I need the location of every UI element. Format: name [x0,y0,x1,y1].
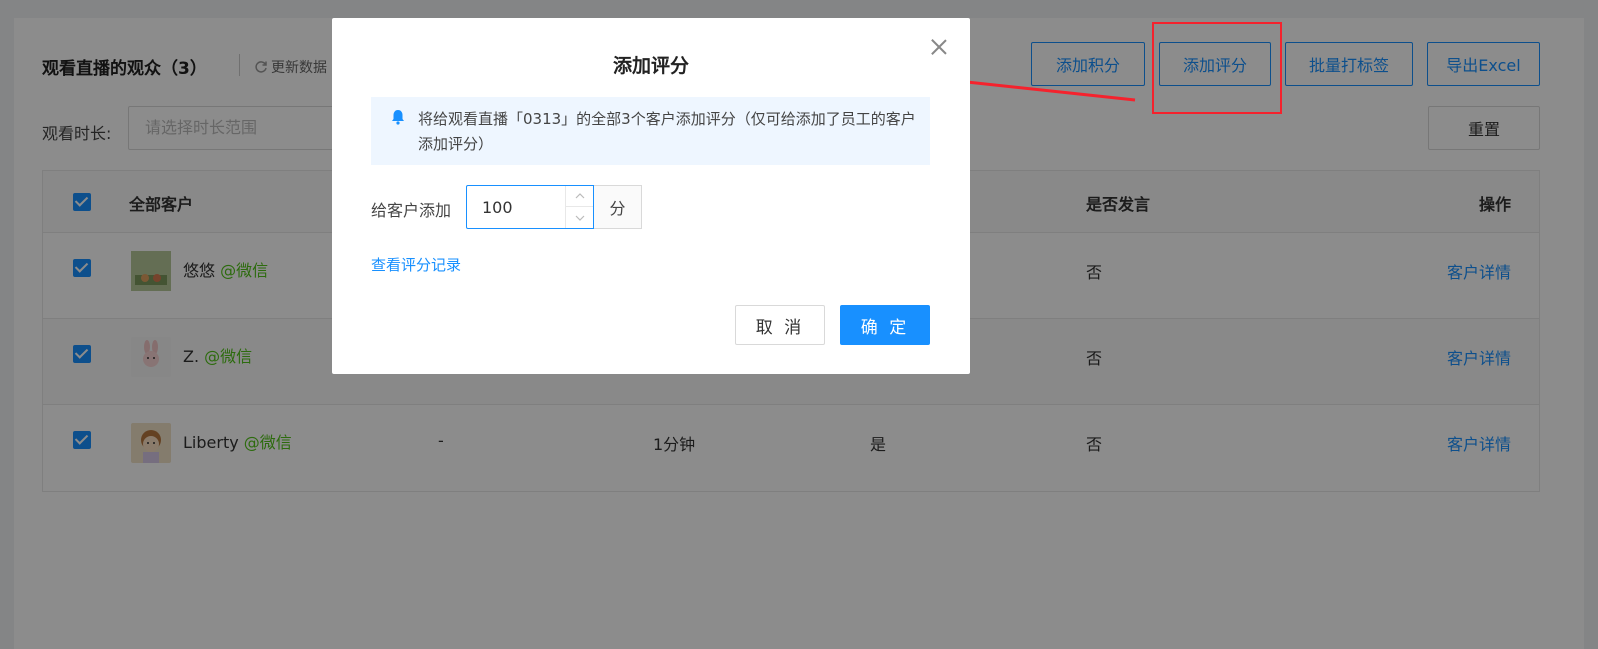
score-value[interactable]: 100 [482,198,513,217]
score-label: 给客户添加 [371,201,452,220]
dialog-title: 添加评分 [612,55,689,77]
notice-text: 将给观看直播「0313」的全部3个客户添加评分（仅可给添加了员工的客户添加评分） [418,110,916,153]
chevron-down-icon[interactable] [566,207,593,228]
chevron-up-icon[interactable] [566,186,593,207]
view-score-records-link[interactable]: 查看评分记录 [371,254,461,275]
cancel-button[interactable]: 取 消 [735,305,825,345]
score-stepper[interactable]: 100 [466,185,594,229]
stepper-controls [565,186,593,228]
info-notice: 将给观看直播「0313」的全部3个客户添加评分（仅可给添加了员工的客户添加评分） [371,97,930,165]
bell-icon [392,110,404,125]
add-score-dialog: 添加评分 将给观看直播「0313」的全部3个客户添加评分（仅可给添加了员工的客户… [332,18,970,374]
close-icon[interactable] [929,37,949,57]
score-unit: 分 [594,185,642,229]
confirm-button[interactable]: 确 定 [840,305,930,345]
